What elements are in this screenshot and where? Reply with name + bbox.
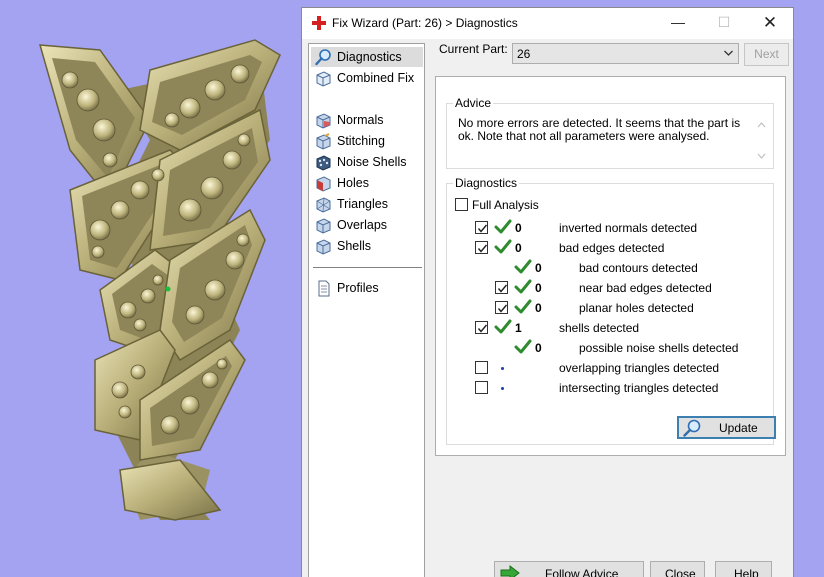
chain-ring-model: [38, 39, 281, 521]
overlaps-cube-icon: [316, 217, 331, 234]
stitching-cube-icon: [316, 132, 331, 150]
update-button[interactable]: Update: [677, 416, 776, 439]
advice-text: No more errors are detected. It seems th…: [458, 116, 741, 143]
check-icon: [494, 219, 512, 235]
close-label: Close: [665, 567, 696, 577]
follow-advice-label: Follow Advice: [545, 567, 619, 577]
nav-item-shells[interactable]: Shells: [311, 236, 423, 256]
nav-label: Combined Fix: [337, 71, 415, 85]
diagnostic-checkbox[interactable]: [495, 301, 508, 314]
normals-cube-icon: [316, 112, 331, 129]
current-part-dropdown[interactable]: 26: [512, 43, 739, 64]
diagnostics-title: Diagnostics: [453, 176, 520, 190]
pending-dot-icon: [501, 367, 504, 370]
diagnostic-label: planar holes detected: [579, 301, 694, 315]
diagnostic-label: shells detected: [559, 321, 640, 335]
current-part-label: Current Part:: [439, 42, 508, 56]
check-icon: [514, 339, 532, 355]
nav-item-combined-fix[interactable]: Combined Fix: [311, 68, 423, 88]
diagnostic-count: 0: [515, 221, 522, 235]
magnifier-icon: [683, 419, 701, 437]
magnifier-icon: [315, 48, 331, 65]
shells-cube-icon: [316, 238, 331, 255]
diagnostic-checkbox[interactable]: [475, 321, 488, 334]
diagnostic-checkbox[interactable]: [475, 361, 488, 374]
maximize-button[interactable]: ☐: [701, 8, 747, 39]
green-arrow-icon: [500, 564, 520, 577]
advice-scrollbar[interactable]: [753, 114, 770, 164]
triangles-icon: [316, 196, 331, 213]
nav-label: Diagnostics: [337, 50, 402, 64]
diagnostic-count: 1: [515, 321, 522, 335]
diagnostic-label: bad contours detected: [579, 261, 698, 275]
diagnostics-panel: Advice No more errors are detected. It s…: [435, 76, 786, 456]
nav-label: Shells: [337, 239, 372, 253]
diagnostics-group: Diagnostics Full Analysis 0 inverted norm…: [446, 176, 776, 445]
check-icon: [494, 319, 512, 335]
nav-item-overlaps[interactable]: Overlaps: [311, 215, 423, 235]
diagnostic-checkbox[interactable]: [475, 241, 488, 254]
diagnostic-label: bad edges detected: [559, 241, 665, 255]
diagnostic-count: 0: [535, 261, 542, 275]
noise-shells-icon: [316, 154, 331, 171]
nav-item-normals[interactable]: Normals: [311, 110, 423, 130]
nav-label: Stitching: [337, 134, 385, 148]
pivot-marker: [165, 286, 171, 292]
check-icon: [494, 239, 512, 255]
fix-wizard-window: Fix Wizard (Part: 26) > Diagnostics — ☐ …: [301, 7, 794, 577]
current-part-value: 26: [517, 47, 531, 61]
full-analysis-checkbox[interactable]: [455, 198, 468, 211]
diagnostic-checkbox[interactable]: [475, 221, 488, 234]
nav-label: Overlaps: [337, 218, 388, 232]
holes-cube-icon: [316, 175, 331, 192]
help-button[interactable]: Help: [715, 561, 772, 577]
diagnostic-label: possible noise shells detected: [579, 341, 739, 355]
document-icon: [318, 280, 330, 296]
nav-divider: [313, 267, 422, 268]
advice-group: Advice No more errors are detected. It s…: [446, 96, 774, 169]
close-window-button[interactable]: ✕: [747, 8, 793, 39]
cube-icon: [316, 70, 331, 87]
diagnostic-checkbox[interactable]: [475, 381, 488, 394]
minimize-button[interactable]: —: [655, 8, 701, 39]
diagnostic-count: 0: [535, 301, 542, 315]
close-button[interactable]: Close: [650, 561, 705, 577]
title-bar[interactable]: Fix Wizard (Part: 26) > Diagnostics — ☐ …: [302, 8, 793, 39]
check-icon: [514, 299, 532, 315]
full-analysis-label: Full Analysis: [472, 198, 539, 212]
nav-item-stitching[interactable]: Stitching: [311, 131, 423, 151]
diagnostic-label: intersecting triangles detected: [559, 381, 719, 395]
nav-label: Noise Shells: [337, 155, 407, 169]
diagnostic-count: 0: [535, 341, 542, 355]
next-button[interactable]: Next: [744, 43, 789, 66]
nav-item-holes[interactable]: Holes: [311, 173, 423, 193]
check-icon: [514, 259, 532, 275]
pending-dot-icon: [501, 387, 504, 390]
diagnostic-label: near bad edges detected: [579, 281, 712, 295]
diagnostic-count: 0: [535, 281, 542, 295]
nav-item-diagnostics[interactable]: Diagnostics: [311, 47, 423, 67]
update-label: Update: [719, 421, 758, 435]
nav-item-triangles[interactable]: Triangles: [311, 194, 423, 214]
nav-item-profiles[interactable]: Profiles: [311, 278, 423, 298]
nav-label: Normals: [337, 113, 384, 127]
nav-item-noise-shells[interactable]: Noise Shells: [311, 152, 423, 172]
diagnostic-label: inverted normals detected: [559, 221, 698, 235]
chevron-down-icon: [724, 50, 733, 56]
nav-label: Profiles: [337, 281, 379, 295]
nav-label: Holes: [337, 176, 369, 190]
follow-advice-button[interactable]: Follow Advice: [494, 561, 644, 577]
diagnostic-checkbox[interactable]: [495, 281, 508, 294]
3d-viewport[interactable]: [0, 0, 302, 577]
advice-title: Advice: [453, 96, 494, 110]
red-cross-icon: [312, 16, 326, 30]
help-label: Help: [734, 567, 759, 577]
wizard-nav: Diagnostics Combined Fix Normals Stitchi…: [308, 43, 425, 577]
diagnostic-count: 0: [515, 241, 522, 255]
check-icon: [514, 279, 532, 295]
diagnostic-label: overlapping triangles detected: [559, 361, 720, 375]
nav-label: Triangles: [337, 197, 388, 211]
window-title: Fix Wizard (Part: 26) > Diagnostics: [332, 16, 518, 30]
